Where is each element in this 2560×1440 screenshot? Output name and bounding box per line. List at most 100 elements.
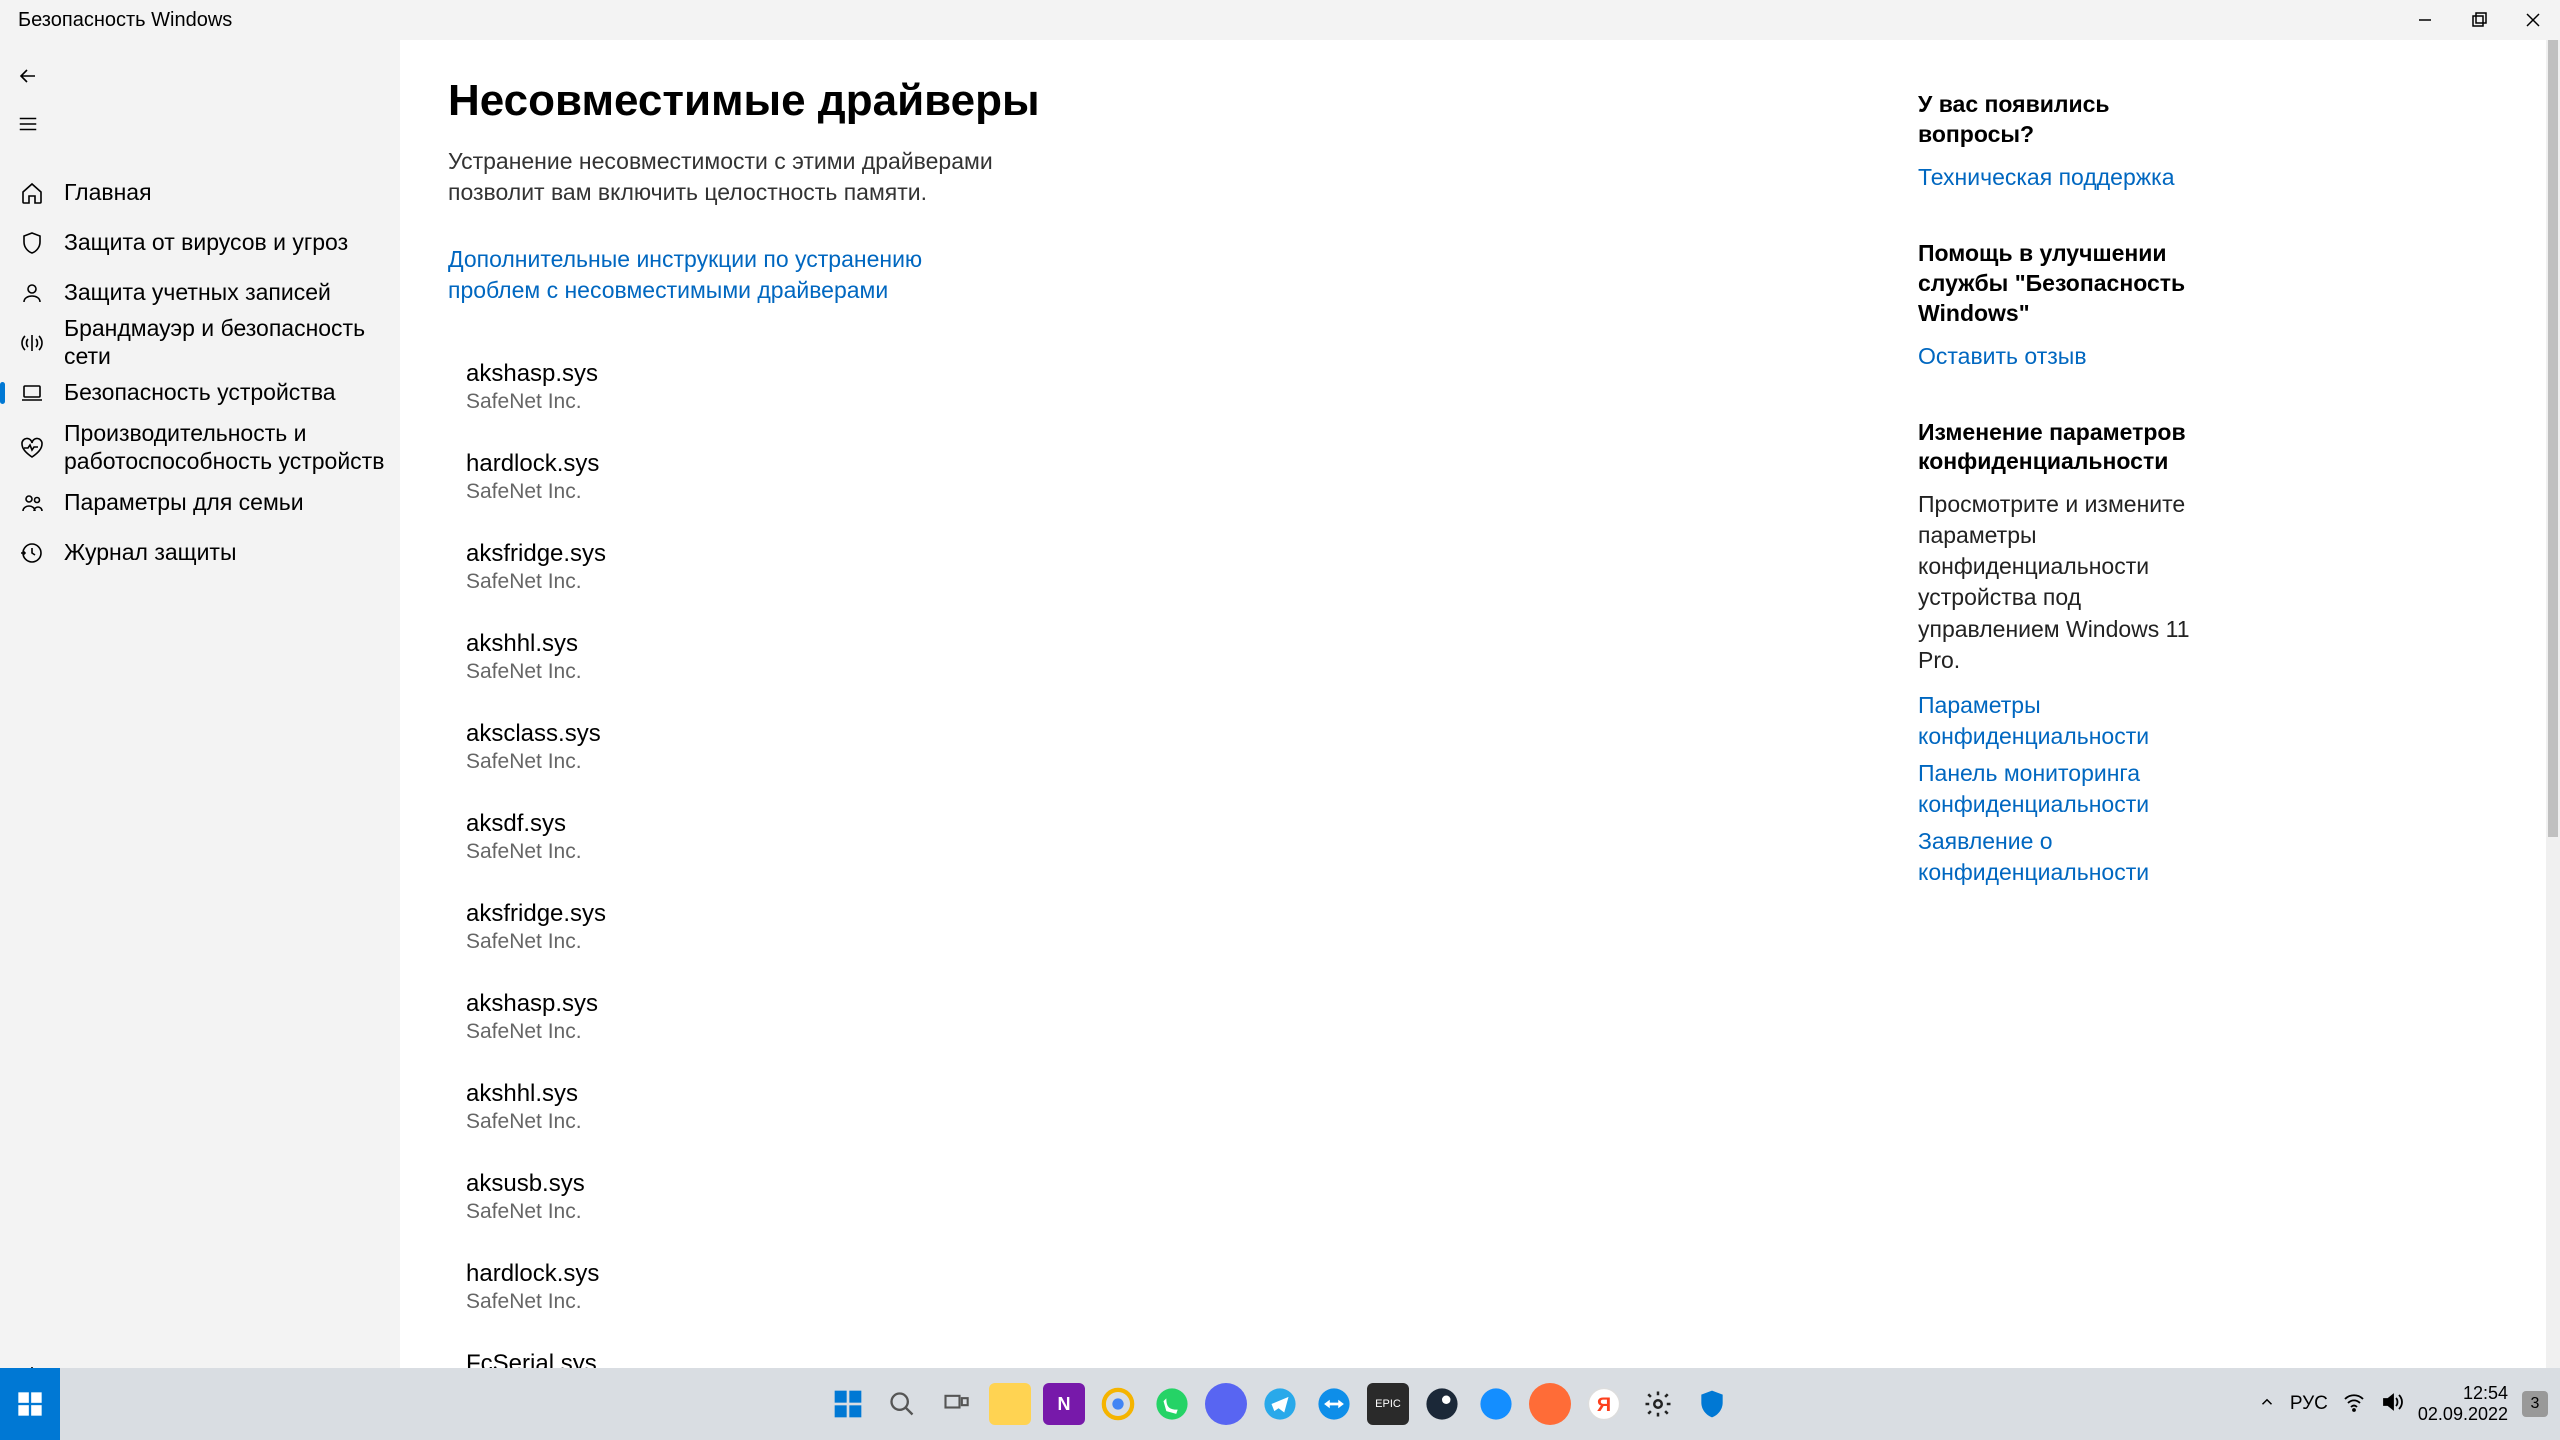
volume-icon[interactable] <box>2380 1390 2404 1419</box>
hamburger-button[interactable] <box>4 100 52 148</box>
driver-vendor: SafeNet Inc. <box>466 930 1918 954</box>
driver-vendor: SafeNet Inc. <box>466 480 1918 504</box>
steam-icon[interactable] <box>1421 1383 1463 1425</box>
defender-icon[interactable] <box>1691 1383 1733 1425</box>
chrome-icon[interactable] <box>1097 1383 1139 1425</box>
support-link[interactable]: Техническая поддержка <box>1918 162 2228 193</box>
wifi-icon[interactable] <box>2342 1390 2366 1419</box>
search-button[interactable] <box>881 1383 923 1425</box>
nav-label: Защита от вирусов и угроз <box>64 229 348 257</box>
home-icon <box>18 179 46 207</box>
driver-vendor: SafeNet Inc. <box>466 750 1918 774</box>
driver-list: akshasp.sysSafeNet Inc.hardlock.sysSafeN… <box>448 342 1918 1408</box>
driver-vendor: SafeNet Inc. <box>466 1290 1918 1314</box>
driver-name: aksusb.sys <box>466 1170 1918 1198</box>
driver-vendor: SafeNet Inc. <box>466 390 1918 414</box>
driver-vendor: SafeNet Inc. <box>466 570 1918 594</box>
explorer-icon[interactable] <box>989 1383 1031 1425</box>
battlenet-icon[interactable] <box>1475 1383 1517 1425</box>
aside-privacy-text: Просмотрите и измените параметры конфиде… <box>1918 489 2228 675</box>
driver-vendor: SafeNet Inc. <box>466 1020 1918 1044</box>
close-button[interactable] <box>2506 0 2560 40</box>
heart-icon <box>18 434 46 462</box>
taskview-button[interactable] <box>935 1383 977 1425</box>
nav-item-device-security[interactable]: Безопасность устройства <box>0 368 400 418</box>
driver-name: hardlock.sys <box>466 1260 1918 1288</box>
date: 02.09.2022 <box>2418 1404 2508 1425</box>
driver-vendor: SafeNet Inc. <box>466 1200 1918 1224</box>
aside-panel: У вас появились вопросы? Техническая под… <box>1918 76 2228 1408</box>
driver-item[interactable]: aksdf.sysSafeNet Inc. <box>448 792 1918 882</box>
maximize-button[interactable] <box>2452 0 2506 40</box>
nav-item-firewall[interactable]: Брандмауэр и безопасность сети <box>0 318 400 368</box>
driver-item[interactable]: akshhl.sysSafeNet Inc. <box>448 1062 1918 1152</box>
privacy-settings-link[interactable]: Параметры конфиденциальности <box>1918 690 2228 752</box>
driver-name: aksclass.sys <box>466 720 1918 748</box>
driver-name: aksfridge.sys <box>466 540 1918 568</box>
titlebar: Безопасность Windows <box>0 0 2560 40</box>
driver-item[interactable]: aksclass.sysSafeNet Inc. <box>448 702 1918 792</box>
driver-item[interactable]: aksusb.sysSafeNet Inc. <box>448 1152 1918 1242</box>
nav-label: Производительность и работоспособность у… <box>64 420 400 475</box>
wifi-icon <box>18 329 46 357</box>
aside-title-privacy: Изменение параметров конфиденциальности <box>1918 418 2228 478</box>
nav-label: Журнал защиты <box>64 539 237 567</box>
driver-item[interactable]: hardlock.sysSafeNet Inc. <box>448 432 1918 522</box>
sidebar: Главная Защита от вирусов и угроз Защита… <box>0 40 400 1408</box>
shield-icon <box>18 229 46 257</box>
page-description: Устранение несовместимости с этими драйв… <box>448 146 1068 208</box>
aside-title-questions: У вас появились вопросы? <box>1918 90 2228 150</box>
start-button[interactable] <box>827 1383 869 1425</box>
nav-label: Параметры для семьи <box>64 489 304 517</box>
driver-name: akshasp.sys <box>466 360 1918 388</box>
privacy-dashboard-link[interactable]: Панель мониторинга конфиденциальности <box>1918 758 2228 820</box>
feedback-link[interactable]: Оставить отзыв <box>1918 341 2228 372</box>
telegram-icon[interactable] <box>1259 1383 1301 1425</box>
driver-item[interactable]: aksfridge.sysSafeNet Inc. <box>448 882 1918 972</box>
notifications-badge[interactable]: 3 <box>2522 1391 2548 1417</box>
tray-chevron-icon[interactable] <box>2258 1393 2276 1416</box>
app-icon-orange[interactable] <box>1529 1383 1571 1425</box>
driver-item[interactable]: akshasp.sysSafeNet Inc. <box>448 972 1918 1062</box>
nav-item-health[interactable]: Производительность и работоспособность у… <box>0 418 400 478</box>
driver-name: aksdf.sys <box>466 810 1918 838</box>
minimize-button[interactable] <box>2398 0 2452 40</box>
driver-name: aksfridge.sys <box>466 900 1918 928</box>
history-icon <box>18 539 46 567</box>
aside-title-feedback: Помощь в улучшении службы "Безопасность … <box>1918 239 2228 329</box>
driver-vendor: SafeNet Inc. <box>466 840 1918 864</box>
driver-item[interactable]: hardlock.sysSafeNet Inc. <box>448 1242 1918 1332</box>
driver-item[interactable]: akshasp.sysSafeNet Inc. <box>448 342 1918 432</box>
scrollbar-thumb[interactable] <box>2548 40 2558 837</box>
user-icon <box>18 279 46 307</box>
onenote-icon[interactable]: N <box>1043 1383 1085 1425</box>
nav-item-account[interactable]: Защита учетных записей <box>0 268 400 318</box>
scrollbar[interactable] <box>2546 40 2560 1368</box>
taskbar: N EPIC Я РУС 12:54 02.09.2022 3 <box>0 1368 2560 1440</box>
settings-icon[interactable] <box>1637 1383 1679 1425</box>
yandex-icon[interactable]: Я <box>1583 1383 1625 1425</box>
whatsapp-icon[interactable] <box>1151 1383 1193 1425</box>
driver-item[interactable]: akshhl.sysSafeNet Inc. <box>448 612 1918 702</box>
teamviewer-icon[interactable] <box>1313 1383 1355 1425</box>
discord-icon[interactable] <box>1205 1383 1247 1425</box>
window-controls <box>2398 0 2560 40</box>
driver-item[interactable]: aksfridge.sysSafeNet Inc. <box>448 522 1918 612</box>
nav-item-family[interactable]: Параметры для семьи <box>0 478 400 528</box>
instructions-link[interactable]: Дополнительные инструкции по устранению … <box>448 244 968 306</box>
privacy-statement-link[interactable]: Заявление о конфиденциальности <box>1918 826 2228 888</box>
main-content: Несовместимые драйверы Устранение несовм… <box>400 40 2560 1408</box>
nav-item-history[interactable]: Журнал защиты <box>0 528 400 578</box>
nav-item-virus[interactable]: Защита от вирусов и угроз <box>0 218 400 268</box>
taskbar-pinned: N EPIC Я <box>827 1383 1733 1425</box>
driver-name: akshhl.sys <box>466 630 1918 658</box>
nav-label: Безопасность устройства <box>64 379 336 407</box>
epic-icon[interactable]: EPIC <box>1367 1383 1409 1425</box>
language-indicator[interactable]: РУС <box>2290 1393 2328 1415</box>
nav-item-home[interactable]: Главная <box>0 168 400 218</box>
clock[interactable]: 12:54 02.09.2022 <box>2418 1383 2508 1424</box>
nav-label: Брандмауэр и безопасность сети <box>64 315 400 370</box>
sidebar-nav: Главная Защита от вирусов и угроз Защита… <box>0 160 400 1352</box>
taskbar-widgets-button[interactable] <box>0 1368 60 1440</box>
back-button[interactable] <box>4 52 52 100</box>
